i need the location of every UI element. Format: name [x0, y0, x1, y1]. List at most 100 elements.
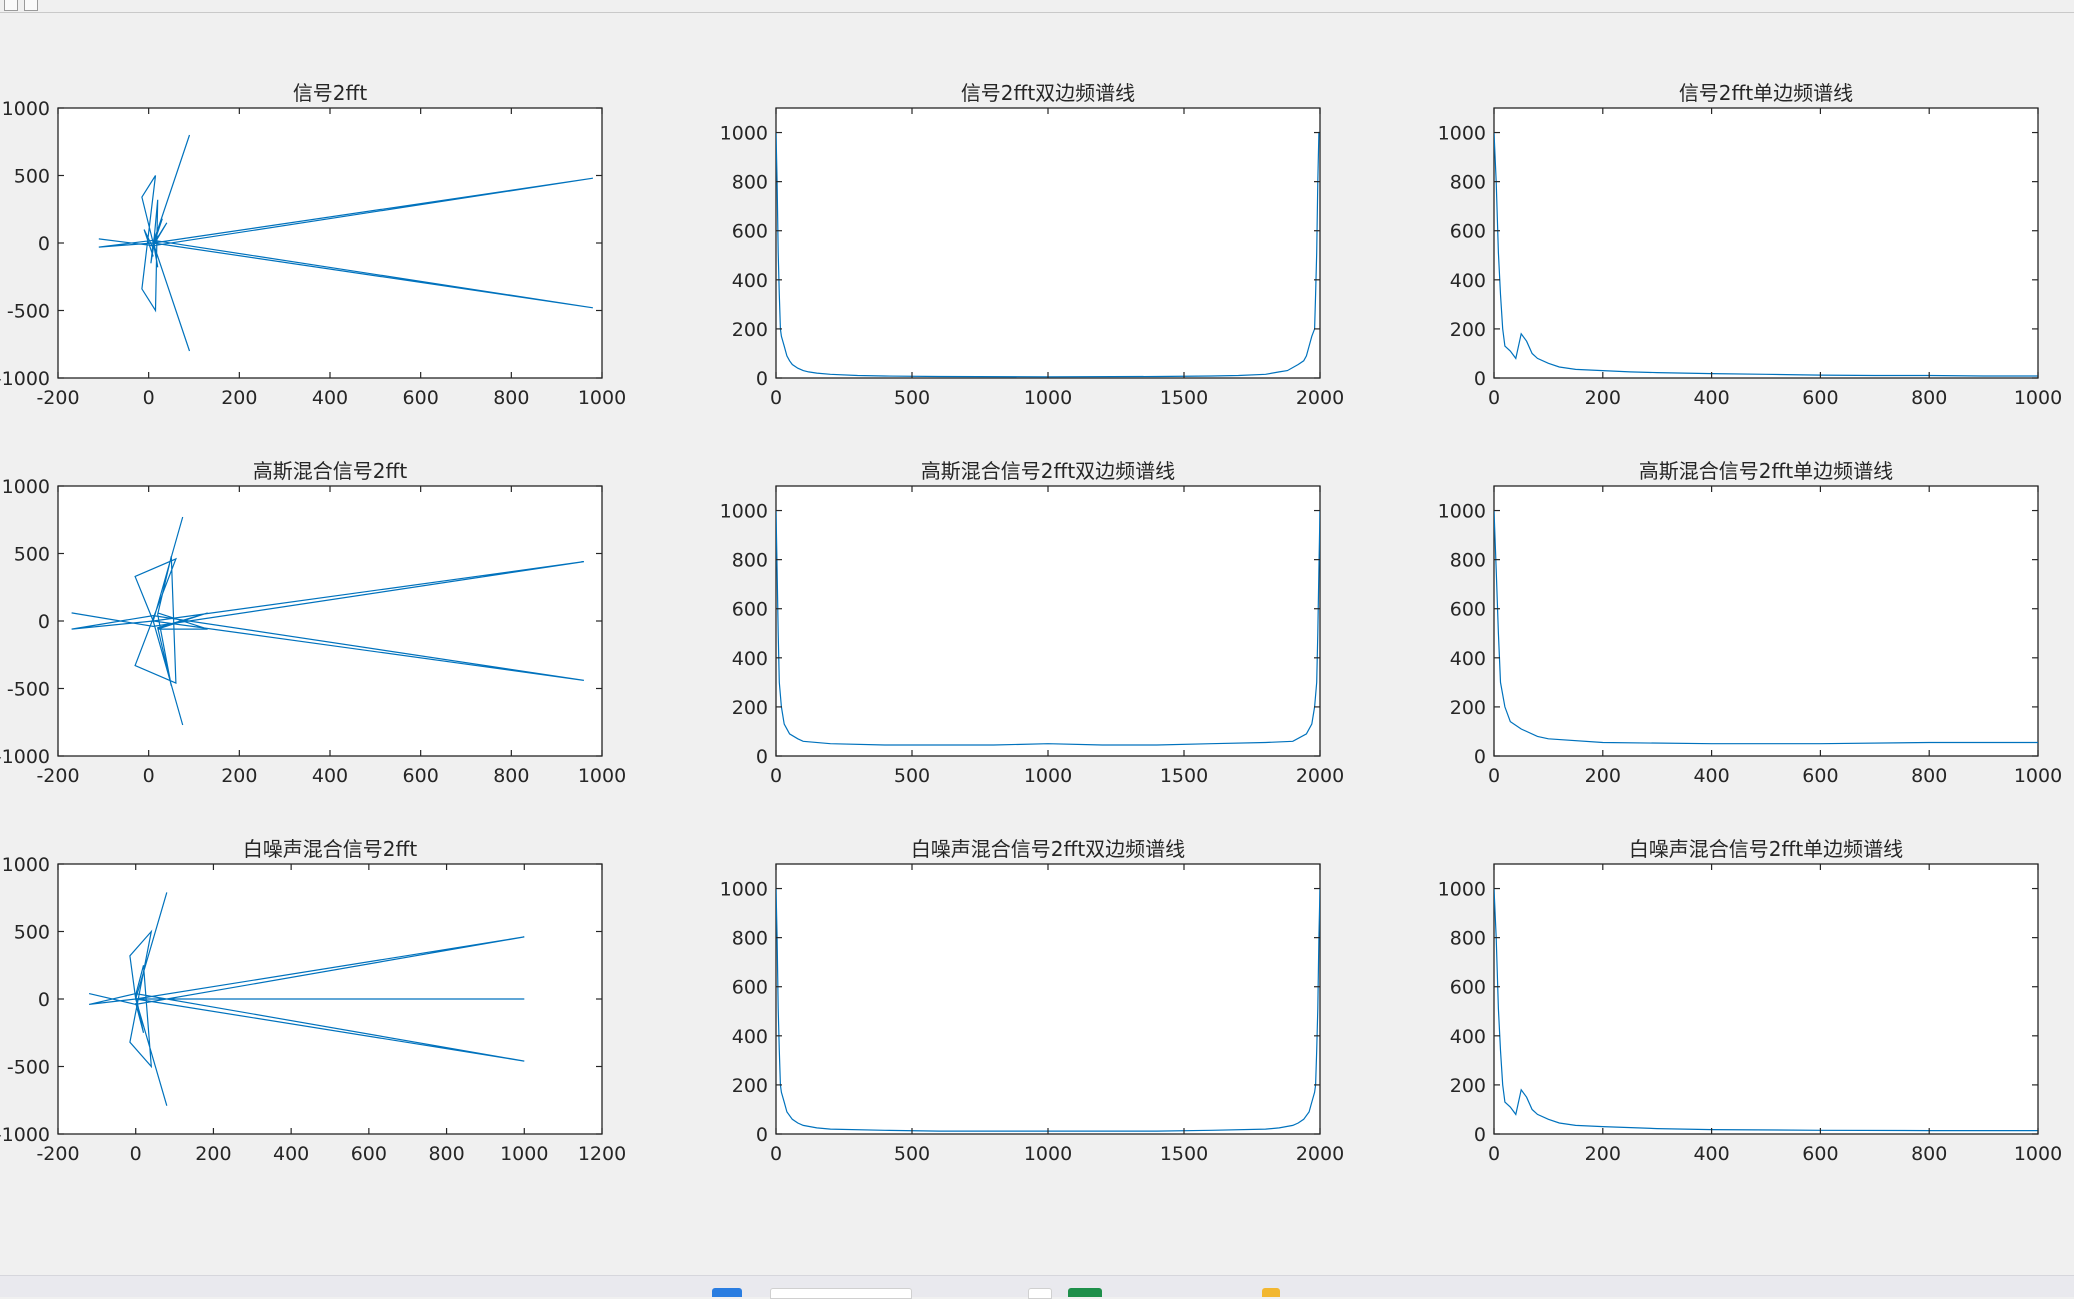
y-tick-label: 200	[732, 319, 768, 341]
subplot-5: 0 500 1000 1500 2000 0 200 400 600 800 1000 高斯混合信号2…	[720, 459, 1345, 787]
y-tick-label: 600	[1450, 599, 1486, 621]
x-tick-label: 0	[770, 765, 782, 787]
taskbar-search-box[interactable]	[770, 1288, 912, 1299]
x-tick-label: 1000	[578, 387, 626, 409]
x-tick-label: 200	[1585, 765, 1621, 787]
plot-title: 信号2fft双边频谱线	[961, 81, 1135, 105]
y-tick-label: 0	[756, 746, 768, 768]
x-tick-label: 1000	[1024, 387, 1072, 409]
plot-title: 高斯混合信号2fft单边频谱线	[1639, 459, 1893, 483]
subplot-4: -200 0 200 400 600 800 1000 -1000 -500 0 500 1000 高斯…	[0, 459, 626, 787]
y-tick-label: 400	[732, 1026, 768, 1048]
subplot-8: 0 500 1000 1500 2000 0 200 400 600 800 1000 白噪声混合信号…	[720, 837, 1345, 1165]
x-tick-label: 400	[312, 765, 348, 787]
y-tick-label: -500	[7, 1057, 50, 1079]
y-tick-label: 600	[1450, 221, 1486, 243]
subplot-3: 0 200 400 600 800 1000 0 200 400 600 800 1000 信号2fft…	[1438, 81, 2063, 409]
plot-title: 高斯混合信号2fft	[253, 459, 408, 483]
y-tick-label: 1000	[2, 98, 50, 120]
y-tick-label: 0	[38, 611, 50, 633]
x-tick-label: 1500	[1160, 1143, 1208, 1165]
y-tick-label: -1000	[0, 746, 50, 768]
y-tick-label: 500	[14, 544, 50, 566]
plot-area	[1493, 107, 2039, 379]
plot-area	[57, 107, 603, 379]
plot-area	[775, 485, 1321, 757]
y-tick-label: 600	[1450, 977, 1486, 999]
x-tick-label: 1000	[578, 765, 626, 787]
taskbar-app-icon[interactable]	[1028, 1288, 1052, 1299]
x-tick-label: 0	[1488, 765, 1500, 787]
y-tick-label: 400	[732, 270, 768, 292]
x-tick-label: 0	[130, 1143, 142, 1165]
plot-area	[775, 107, 1321, 379]
x-tick-label: 800	[1911, 765, 1947, 787]
x-tick-label: 2000	[1296, 387, 1344, 409]
x-tick-label: 200	[1585, 387, 1621, 409]
x-tick-label: 1500	[1160, 765, 1208, 787]
x-tick-label: 400	[273, 1143, 309, 1165]
subplot-7: -200 0 200 400 600 800 1000 1200 -1000 -500 0 500 10…	[0, 837, 626, 1165]
x-tick-label: 2000	[1296, 1143, 1344, 1165]
y-tick-label: 200	[732, 1075, 768, 1097]
plot-title: 高斯混合信号2fft双边频谱线	[921, 459, 1175, 483]
x-tick-label: 0	[770, 1143, 782, 1165]
x-tick-label: 800	[1911, 387, 1947, 409]
y-tick-label: -500	[7, 679, 50, 701]
y-tick-label: -1000	[0, 1124, 50, 1146]
x-tick-label: 2000	[1296, 765, 1344, 787]
y-tick-label: 0	[1474, 1124, 1486, 1146]
y-tick-label: 1000	[2, 476, 50, 498]
x-tick-label: 600	[351, 1143, 387, 1165]
y-tick-label: 800	[732, 928, 768, 950]
y-tick-label: 200	[1450, 1075, 1486, 1097]
y-tick-label: 0	[1474, 746, 1486, 768]
y-tick-label: 800	[732, 172, 768, 194]
x-tick-label: 1000	[1024, 1143, 1072, 1165]
plot-title: 白噪声混合信号2fft双边频谱线	[911, 837, 1185, 861]
x-tick-label: 1200	[578, 1143, 626, 1165]
plot-area	[1493, 485, 2039, 757]
x-tick-label: 1000	[2014, 1143, 2062, 1165]
y-tick-label: 200	[1450, 319, 1486, 341]
x-tick-label: 1000	[500, 1143, 548, 1165]
x-tick-label: 800	[1911, 1143, 1947, 1165]
plot-title: 信号2fft	[293, 81, 368, 105]
y-tick-label: 400	[1450, 1026, 1486, 1048]
x-tick-label: 200	[221, 387, 257, 409]
figure-canvas: -200 0 200 400 600 800 1000 -1000 -500 0 500 1000 信号…	[0, 81, 2063, 1165]
y-tick-label: 0	[756, 368, 768, 390]
y-tick-label: 800	[1450, 928, 1486, 950]
y-tick-label: 800	[1450, 172, 1486, 194]
y-tick-label: 200	[1450, 697, 1486, 719]
plot-title: 信号2fft单边频谱线	[1679, 81, 1853, 105]
y-tick-label: 600	[732, 977, 768, 999]
y-tick-label: 1000	[1438, 123, 1486, 145]
x-tick-label: 0	[1488, 387, 1500, 409]
y-tick-label: 600	[732, 221, 768, 243]
y-tick-label: 500	[14, 922, 50, 944]
y-tick-label: 1000	[2, 854, 50, 876]
y-tick-label: 400	[1450, 270, 1486, 292]
x-tick-label: 800	[493, 387, 529, 409]
x-tick-label: 200	[221, 765, 257, 787]
y-tick-label: 1000	[720, 123, 768, 145]
x-tick-label: 200	[195, 1143, 231, 1165]
y-tick-label: 0	[1474, 368, 1486, 390]
x-tick-label: 600	[1802, 765, 1838, 787]
x-tick-label: 500	[894, 1143, 930, 1165]
x-tick-label: 1500	[1160, 387, 1208, 409]
plot-area	[775, 863, 1321, 1135]
subplot-9: 0 200 400 600 800 1000 0 200 400 600 800 1000 白噪声混合信…	[1438, 837, 2063, 1165]
x-tick-label: 600	[403, 387, 439, 409]
x-tick-label: -200	[36, 765, 79, 787]
x-tick-label: 0	[143, 387, 155, 409]
y-tick-label: 0	[756, 1124, 768, 1146]
x-tick-label: 0	[770, 387, 782, 409]
x-tick-label: 200	[1585, 1143, 1621, 1165]
x-tick-label: 800	[493, 765, 529, 787]
subplot-6: 0 200 400 600 800 1000 0 200 400 600 800 1000 高斯混合信号…	[1438, 459, 2063, 787]
y-tick-label: 800	[732, 550, 768, 572]
y-tick-label: -1000	[0, 368, 50, 390]
x-tick-label: 0	[143, 765, 155, 787]
